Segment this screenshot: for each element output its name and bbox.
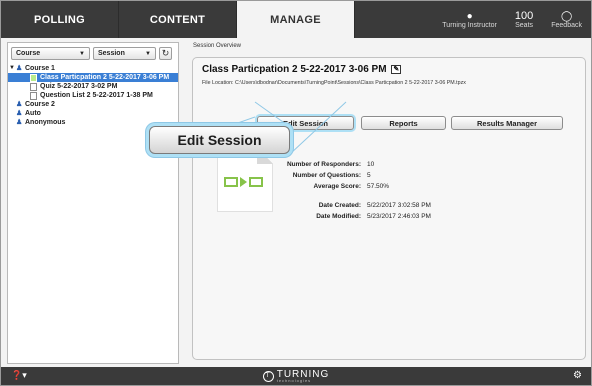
- feedback-label: Feedback: [551, 21, 582, 29]
- stat-row: Number of Questions: 5: [273, 170, 431, 181]
- tree-item-label: Course 1: [25, 65, 55, 72]
- gear-icon[interactable]: ⚙: [573, 370, 582, 381]
- app-window: POLLING CONTENT MANAGE ● Turning Instruc…: [0, 0, 592, 386]
- results-manager-button[interactable]: Results Manager: [451, 116, 563, 130]
- edit-name-pencil-icon[interactable]: ✎: [391, 65, 402, 74]
- account-icon: ●: [466, 10, 473, 22]
- tree-item-label: Course 2: [25, 101, 55, 108]
- logo-mark-icon: T: [262, 370, 274, 382]
- slide-frame-icon: [224, 177, 238, 187]
- seats-count: 100: [514, 9, 534, 22]
- tree-item-label: Auto: [25, 110, 41, 117]
- account-button[interactable]: ● Turning Instructor: [433, 1, 506, 38]
- session-title: Class Particpation 2 5-22-2017 3-06 PM ✎: [202, 64, 402, 75]
- stat-value: 10: [367, 161, 375, 168]
- stat-value: 5: [367, 172, 371, 179]
- stat-row: Date Created: 5/22/2017 3:02:58 PM: [273, 200, 431, 211]
- refresh-button[interactable]: ↻: [159, 47, 172, 60]
- main-content: Course ▼ Session ▼ ↻ ▼ ♟ Course 1 Class …: [1, 38, 591, 367]
- session-sidebar: Course ▼ Session ▼ ↻ ▼ ♟ Course 1 Class …: [7, 42, 179, 364]
- feedback-button[interactable]: ◯ Feedback: [542, 1, 591, 38]
- footer-bar: ❓▾ T TURNING technologies ⚙: [1, 367, 591, 385]
- tab-manage[interactable]: MANAGE: [237, 1, 355, 38]
- top-nav: POLLING CONTENT MANAGE ● Turning Instruc…: [1, 1, 591, 38]
- slides-icon: [224, 177, 263, 187]
- stat-label: Date Created:: [318, 202, 361, 209]
- seats-indicator: 100 Seats: [506, 1, 542, 38]
- edit-session-callout: Edit Session: [149, 126, 290, 154]
- account-label: Turning Instructor: [442, 21, 497, 29]
- expand-toggle-icon[interactable]: ▼: [8, 64, 16, 73]
- group-icon: ♟: [16, 110, 23, 117]
- session-file-icon: [217, 148, 273, 212]
- session-tree: ▼ ♟ Course 1 Class Particpation 2 5-22-2…: [8, 64, 178, 127]
- session-stats: Number of Responders: 10 Number of Quest…: [273, 159, 431, 222]
- group-icon: ♟: [16, 119, 23, 126]
- nav-right: ● Turning Instructor 100 Seats ◯ Feedbac…: [433, 1, 591, 38]
- tab-content[interactable]: CONTENT: [119, 1, 237, 38]
- chevron-down-icon: ▼: [79, 50, 85, 57]
- course-filter-dropdown[interactable]: Course ▼: [11, 47, 90, 60]
- tree-item-course-2[interactable]: ♟ Course 2: [8, 100, 178, 109]
- reports-button[interactable]: Reports: [361, 116, 446, 130]
- session-file-icon: [30, 73, 37, 82]
- stat-row: Date Modified: 5/23/2017 2:46:03 PM: [273, 211, 431, 222]
- session-overview-panel: Class Particpation 2 5-22-2017 3-06 PM ✎…: [192, 57, 586, 360]
- session-title-text: Class Particpation 2 5-22-2017 3-06 PM: [202, 64, 387, 75]
- stat-row: Number of Responders: 10: [273, 159, 431, 170]
- session-filter-dropdown[interactable]: Session ▼: [93, 47, 156, 60]
- turning-logo: T TURNING technologies: [262, 369, 330, 383]
- logo-text-wrap: TURNING technologies: [277, 369, 330, 383]
- session-file-icon: [30, 91, 37, 100]
- stat-label: Average Score:: [313, 183, 361, 190]
- play-icon: [240, 177, 247, 187]
- stat-label: Number of Questions:: [292, 172, 361, 179]
- session-filter-label: Session: [98, 50, 125, 57]
- slide-frame-icon: [249, 177, 263, 187]
- refresh-icon: ↻: [161, 48, 170, 58]
- tab-polling[interactable]: POLLING: [1, 1, 119, 38]
- tree-item-label: Class Particpation 2 5-22-2017 3-06 PM: [40, 74, 170, 81]
- feedback-icon: ◯: [561, 10, 573, 22]
- tree-item-session-selected[interactable]: Class Particpation 2 5-22-2017 3-06 PM: [8, 73, 178, 82]
- overview-area: Session Overview Class Particpation 2 5-…: [185, 43, 587, 360]
- help-icon[interactable]: ❓▾: [11, 370, 27, 381]
- tree-item-course-1[interactable]: ▼ ♟ Course 1: [8, 64, 178, 73]
- file-location: File Location: C:\Users\dbodnar\Document…: [202, 80, 466, 86]
- stat-value: 5/22/2017 3:02:58 PM: [367, 202, 431, 209]
- tree-item-label: Question List 2 5-22-2017 1-38 PM: [40, 92, 153, 99]
- stat-label: Number of Responders:: [286, 161, 361, 168]
- session-file-icon: [30, 82, 37, 91]
- stat-value: 57.50%: [367, 183, 390, 190]
- course-filter-label: Course: [16, 50, 41, 57]
- stat-label: Date Modified:: [316, 213, 361, 220]
- chevron-down-icon: ▼: [145, 50, 151, 57]
- tree-item-label: Quiz 5-22-2017 3-02 PM: [40, 83, 118, 90]
- tree-item-session[interactable]: Question List 2 5-22-2017 1-38 PM: [8, 91, 178, 100]
- group-icon: ♟: [16, 101, 23, 108]
- stat-value: 5/23/2017 2:46:03 PM: [367, 213, 431, 220]
- tree-item-auto[interactable]: ♟ Auto: [8, 109, 178, 118]
- group-icon: ♟: [16, 65, 23, 72]
- seats-label: Seats: [515, 21, 534, 29]
- tree-item-session[interactable]: Quiz 5-22-2017 3-02 PM: [8, 82, 178, 91]
- sidebar-filters: Course ▼ Session ▼ ↻: [8, 43, 178, 64]
- stat-row: Average Score: 57.50%: [273, 181, 431, 192]
- tree-item-label: Anonymous: [25, 119, 66, 126]
- section-title: Session Overview: [193, 43, 242, 49]
